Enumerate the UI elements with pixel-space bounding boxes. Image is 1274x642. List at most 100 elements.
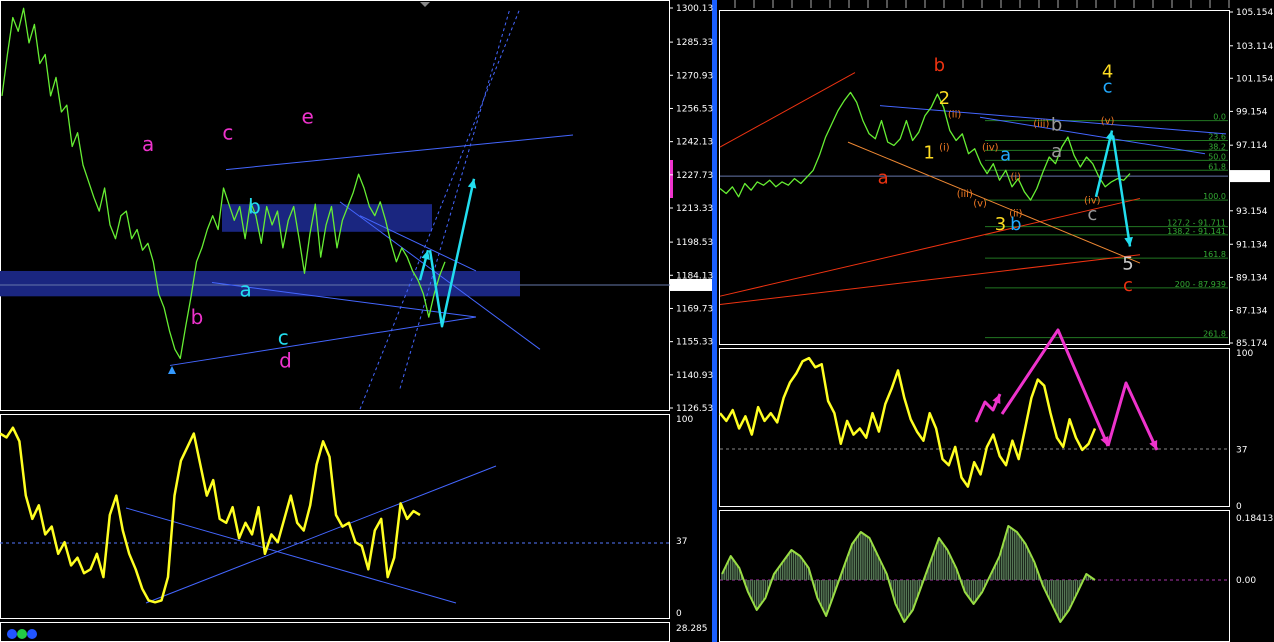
right-hist-tick: 0.18413 [1236, 514, 1273, 524]
right-price-chart[interactable]: 0.023.638.250.061.8100.0127.2 - 91.71113… [719, 55, 1228, 339]
osc-channel-1 [125, 507, 457, 604]
fib-label: 261.8 [1203, 330, 1226, 339]
left-osc-line [0, 426, 421, 604]
left-ytick: 1155.33 [676, 338, 713, 348]
right-ytick: 101.154 [1236, 74, 1273, 84]
wave-label: b [934, 55, 945, 76]
fib-label: 161.8 [1203, 250, 1226, 259]
status-dot-2 [17, 629, 27, 639]
right-ytick: 91.134 [1236, 240, 1268, 250]
wave-label: 3 [995, 214, 1006, 235]
left-osc-tick: 0 [676, 609, 682, 619]
wave-label: 2 [939, 88, 950, 109]
red-channel-low [719, 254, 1141, 305]
right-osc-tick: 0 [1236, 502, 1242, 512]
wave-label: a [1000, 144, 1011, 165]
frame [0, 0, 1230, 642]
left-up-marker [168, 366, 176, 374]
status-dot-1 [7, 629, 17, 639]
fib-label: 50.0 [1208, 152, 1226, 161]
right-osc-tick: 100 [1236, 349, 1253, 359]
red-channel-top [719, 72, 856, 148]
left-ytick: 1270.93 [676, 71, 713, 81]
wave-label: (iv) [982, 142, 999, 153]
right-ytick: 89.134 [1236, 273, 1268, 283]
right-ytick: 93.154 [1236, 207, 1268, 217]
wave-label: (i) [939, 142, 950, 153]
wave-label: (ii) [1009, 209, 1022, 220]
left-axis-marker [670, 160, 673, 198]
left-ytick: 1227.73 [676, 171, 713, 181]
wave-label: a [240, 277, 252, 301]
wave-label: 5 [1122, 254, 1133, 275]
left-osc-tick: 37 [676, 537, 687, 547]
right-osc-tick: 37 [1236, 445, 1247, 455]
panel-divider [712, 0, 717, 642]
wave-label: c [222, 121, 233, 145]
wave-label: c [1103, 76, 1113, 97]
wave-label: (ii) [948, 109, 961, 120]
left-price-chart[interactable]: abcdeabc [0, 2, 673, 410]
left-ytick: 1140.93 [676, 371, 713, 381]
left-arrow-big-head [467, 178, 477, 189]
wave-label: (iii) [1033, 119, 1049, 130]
left-bottom-border [0, 622, 670, 642]
right-price-border [719, 10, 1230, 345]
wave-label: (v) [973, 199, 987, 210]
wave-label: b [191, 305, 204, 329]
wave-label: a [878, 168, 889, 189]
left-ytick: 1242.13 [676, 138, 713, 148]
left-osc-tick: 100 [676, 415, 693, 425]
left-ytick: 1213.33 [676, 204, 713, 214]
left-ytick: 1285.33 [676, 38, 713, 48]
wave-label: a [142, 132, 154, 156]
wave-label: b [1051, 115, 1062, 136]
right-ytick: 105.154 [1236, 8, 1273, 18]
wave-label: a [1051, 141, 1062, 162]
osc-channel-2 [145, 465, 497, 604]
right-ytick: 97.114 [1236, 141, 1268, 151]
right-price-tag: 95.250 [1234, 172, 1266, 182]
left-ytick: 1126.53 [676, 404, 713, 414]
right-histogram[interactable] [720, 525, 1228, 623]
wave-label: c [1123, 275, 1133, 296]
support-zone [0, 270, 520, 297]
dashed-line-2 [399, 8, 511, 389]
left-ytick: 1300.13 [676, 4, 713, 14]
channel-upper [225, 134, 574, 171]
wave-label: (v) [1101, 116, 1115, 127]
fib-label: 0.0 [1213, 113, 1226, 122]
wave-label: e [302, 105, 314, 129]
wave-label: b [248, 194, 261, 218]
wave-label: c [1087, 204, 1097, 225]
left-ytick: 1169.73 [676, 304, 713, 314]
left-ytick: 1198.53 [676, 238, 713, 248]
left-osc-border [0, 414, 670, 619]
wave-label: c [278, 326, 289, 350]
channel-base [169, 316, 477, 366]
right-ytick: 87.134 [1236, 307, 1268, 317]
right-osc-line [719, 356, 1097, 488]
axis-labels: 1300.13 1285.33 1270.93 1256.53 1242.13 1227.… [669, 4, 1273, 634]
wave-label: 1 [923, 143, 934, 164]
right-ytick: 99.154 [1236, 107, 1268, 117]
right-ytick: 85.174 [1236, 339, 1268, 349]
wave-label: d [279, 349, 292, 373]
fib-label: 138.2 - 91.141 [1167, 227, 1226, 236]
left-price-tag: 1179.92 [675, 281, 712, 291]
chart-canvas: abcdeabc 0.023.638.250.061.8100.0127.2 -… [0, 0, 1273, 642]
wave-label: (iii) [957, 189, 973, 200]
fib-label: 200 - 87.939 [1175, 280, 1226, 289]
left-ytick: 1256.53 [676, 104, 713, 114]
left-price-line [1, 7, 446, 360]
fib-label: 38.2 [1208, 142, 1226, 151]
right-oscillator[interactable] [719, 328, 1228, 488]
status-dot-3 [27, 629, 37, 639]
left-oscillator[interactable] [0, 426, 670, 639]
right-arrow-down [1111, 135, 1132, 247]
red-channel-mid [719, 197, 1141, 297]
wave-label: (i) [1011, 172, 1022, 183]
fib-label: 61.8 [1208, 162, 1226, 171]
magenta-arrow-3 [1106, 381, 1159, 451]
right-hist-tick: 0.00 [1236, 576, 1256, 586]
